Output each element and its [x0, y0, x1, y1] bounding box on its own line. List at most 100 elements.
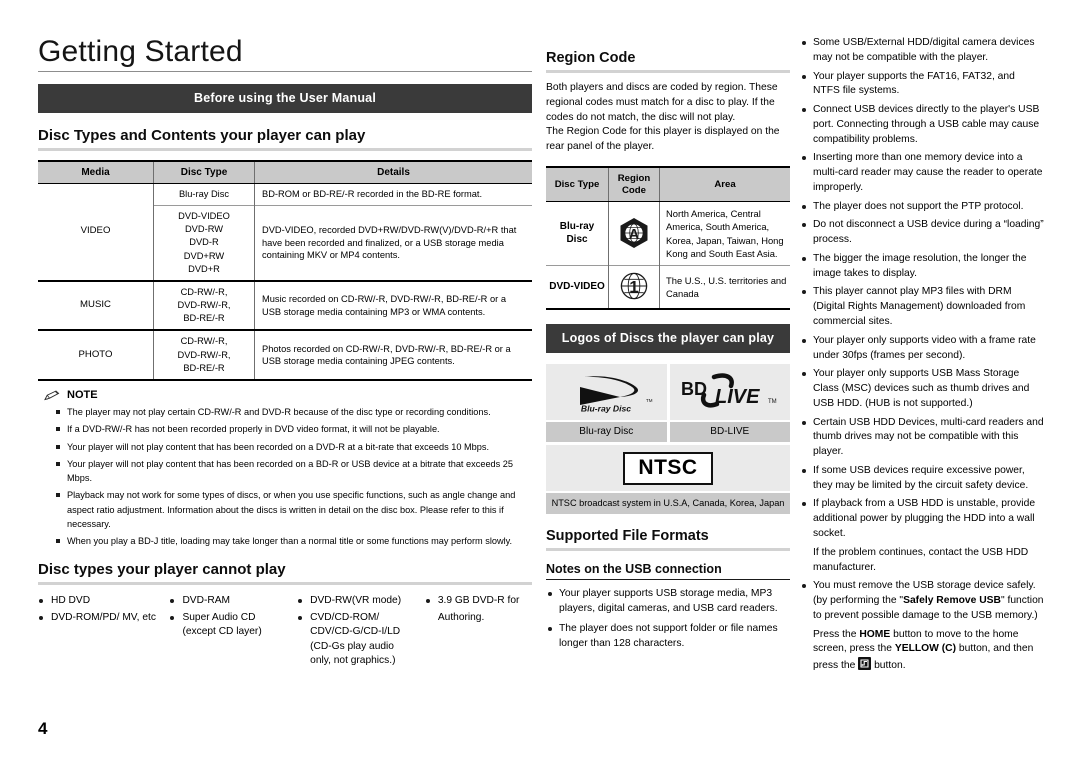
list-item: DVD-ROM/PD/ MV, etc [38, 611, 161, 625]
cannot-play-column-1: HD DVD DVD-ROM/PD/ MV, etc [38, 594, 169, 670]
list-item: Your player only supports USB Mass Stora… [800, 367, 1044, 411]
list-item: The bigger the image resolution, the lon… [800, 252, 1044, 282]
cell-area: North America, Central America, South Am… [659, 201, 790, 266]
section-banner-logos: Logos of Discs the player can play [546, 324, 790, 354]
section-banner-before-using: Before using the User Manual [38, 83, 532, 113]
list-item: Certain USB HDD Devices, multi-card read… [800, 416, 1044, 460]
list-item: Your player only supports video with a f… [800, 334, 1044, 364]
list-item: Your player will not play content that h… [56, 440, 532, 454]
cell-details: Photos recorded on CD-RW/-R, DVD-RW/-R, … [254, 329, 532, 381]
list-item: If playback from a USB HDD is unstable, … [800, 497, 1044, 541]
table-header-row: Media Disc Type Details [38, 160, 532, 184]
logo-row: Blu-ray Disc TM BD LIVE TM [546, 364, 790, 421]
heading-supported-file-formats: Supported File Formats [546, 528, 790, 552]
region-1-globe-icon: 1 [619, 273, 649, 303]
list-item: The player does not support the PTP prot… [800, 200, 1044, 215]
list-item-home-button-instruction: Press the HOME button to move to the hom… [800, 628, 1044, 674]
list-item: DVD-RAM [169, 594, 289, 608]
list-item: DVD-RW(VR mode) [297, 594, 417, 608]
region-code-paragraph-1: Both players and discs are coded by regi… [546, 82, 778, 123]
cell-disc-type: CD-RW/-R, DVD-RW/-R, BD-RE/-R [153, 279, 255, 331]
manual-page: Getting Started Before using the User Ma… [0, 0, 1080, 761]
svg-text:LIVE: LIVE [715, 386, 760, 408]
disc-logos-grid: Blu-ray Disc TM BD LIVE TM Blu-ray Disc [546, 364, 790, 515]
text-part: button. [871, 660, 906, 672]
note-label: NOTE [67, 389, 98, 402]
table-row: Blu-ray Disc A North America, Central Am… [546, 201, 790, 266]
list-item: Do not disconnect a USB device during a … [800, 218, 1044, 248]
page-title: Getting Started [38, 36, 532, 72]
logo-caption: Blu-ray Disc [546, 422, 667, 443]
heading-region-code: Region Code [546, 50, 790, 73]
cell-disc-type: CD-RW/-R, DVD-RW/-R, BD-RE/-R [153, 329, 255, 381]
cell-media: VIDEO [80, 225, 111, 237]
note-heading: NOTE [44, 389, 532, 401]
text-part: Press the [813, 628, 860, 640]
col-header-disc-type: Disc Type [546, 167, 609, 203]
cell-disc-type: DVD-VIDEO [546, 265, 609, 310]
cell-details: Music recorded on CD-RW/-R, DVD-RW/-R, B… [254, 279, 532, 331]
heading-disc-types-can-play: Disc Types and Contents your player can … [38, 127, 532, 151]
list-item-continuation: Authoring. [437, 612, 485, 624]
right-column: Some USB/External HDD/digital camera dev… [800, 36, 1044, 678]
cell-details: DVD-VIDEO, recorded DVD+RW/DVD-RW(V)/DVD… [254, 204, 532, 281]
cell-region-code: 1 [608, 265, 660, 310]
region-code-paragraph-2: The Region Code for this player is displ… [546, 126, 780, 153]
left-column: Getting Started Before using the User Ma… [38, 36, 532, 671]
list-item-continuation: If the problem continues, contact the US… [813, 546, 1029, 573]
list-item: If a DVD-RW/-R has not been recorded pro… [56, 422, 532, 436]
list-item: Your player supports the FAT16, FAT32, a… [800, 70, 1044, 100]
list-item: Your player supports USB storage media, … [546, 587, 790, 616]
heading-disc-types-cannot-play: Disc types your player cannot play [38, 561, 532, 586]
disc-types-table: Media Disc Type Details VIDEO Blu-ray Di… [38, 159, 532, 382]
cell-region-code: A [608, 201, 660, 266]
list-item: 3.9 GB DVD-R for [425, 594, 524, 608]
enter-button-icon [858, 657, 872, 671]
list-item: Your player will not play content that h… [56, 457, 532, 486]
table-row: VIDEO Blu-ray Disc BD-ROM or BD-RE/-R re… [38, 183, 532, 236]
col-header-disc-type: Disc Type [153, 160, 255, 184]
table-row: DVD-VIDEO 1 The U.S., U.S. territories a… [546, 265, 790, 310]
text-bold-safely-remove-usb: Safely Remove USB [903, 595, 1001, 607]
list-item: CVD/CD-ROM/ CDV/CD-G/CD-I/LD (CD-Gs play… [297, 611, 417, 667]
note-list: The player may not play certain CD-RW/-R… [38, 405, 532, 548]
pencil-icon [44, 390, 60, 401]
logo-caption-row: Blu-ray Disc BD-LIVE [546, 422, 790, 443]
list-item: The player does not support folder or fi… [546, 622, 790, 651]
list-item: Connect USB devices directly to the play… [800, 103, 1044, 147]
list-item: When you play a BD-J title, loading may … [56, 534, 532, 548]
col-header-region-code: Region Code [608, 167, 660, 203]
cannot-play-column-2: DVD-RAM Super Audio CD (except CD layer) [169, 594, 297, 670]
list-item: Some USB/External HDD/digital camera dev… [800, 36, 1044, 66]
list-item: This player cannot play MP3 files with D… [800, 285, 1044, 329]
cannot-play-column-4: 3.9 GB DVD-R for Authoring. [425, 594, 532, 670]
list-item-safely-remove: You must remove the USB storage device s… [800, 579, 1044, 623]
table-row: MUSIC CD-RW/-R, DVD-RW/-R, BD-RE/-R Music … [38, 279, 532, 331]
col-header-details: Details [254, 160, 532, 184]
table-row: PHOTO CD-RW/-R, DVD-RW/-R, BD-RE/-R Photos… [38, 329, 532, 381]
middle-column: Region Code Both players and discs are c… [546, 36, 790, 656]
page-number: 4 [38, 719, 48, 738]
cannot-play-column-3: DVD-RW(VR mode) CVD/CD-ROM/ CDV/CD-G/CD-… [297, 594, 425, 670]
cell-media: MUSIC [38, 279, 154, 331]
ntsc-logo-text: NTSC [623, 451, 713, 485]
list-item: Inserting more than one memory device in… [800, 151, 1044, 195]
cell-area: The U.S., U.S. territories and Canada [659, 265, 790, 310]
cell-disc-type: DVD-VIDEO DVD-RW DVD-R DVD+RW DVD+R [153, 204, 255, 281]
usb-notes-continued-list: Some USB/External HDD/digital camera dev… [800, 36, 1044, 674]
list-item: Super Audio CD (except CD layer) [169, 611, 289, 639]
cell-media: PHOTO [38, 329, 154, 381]
region-a-hexagon-icon: A [619, 217, 649, 251]
list-item: Playback may not work for some types of … [56, 488, 532, 531]
cell-details: BD-ROM or BD-RE/-R recorded in the BD-RE… [254, 183, 532, 206]
usb-notes-list: Your player supports USB storage media, … [546, 587, 790, 651]
ntsc-caption: NTSC broadcast system in U.S.A, Canada, … [546, 493, 790, 515]
bd-live-logo: BD LIVE TM [669, 364, 790, 421]
text-bold-yellow-c: YELLOW (C) [894, 643, 957, 655]
blu-ray-disc-logo: Blu-ray Disc TM [546, 364, 667, 421]
svg-text:1: 1 [629, 278, 638, 297]
list-item: If some USB devices require excessive po… [800, 464, 1044, 494]
svg-text:TM: TM [768, 399, 777, 405]
svg-text:TM: TM [646, 398, 653, 403]
cell-disc-type: Blu-ray Disc [153, 183, 255, 206]
